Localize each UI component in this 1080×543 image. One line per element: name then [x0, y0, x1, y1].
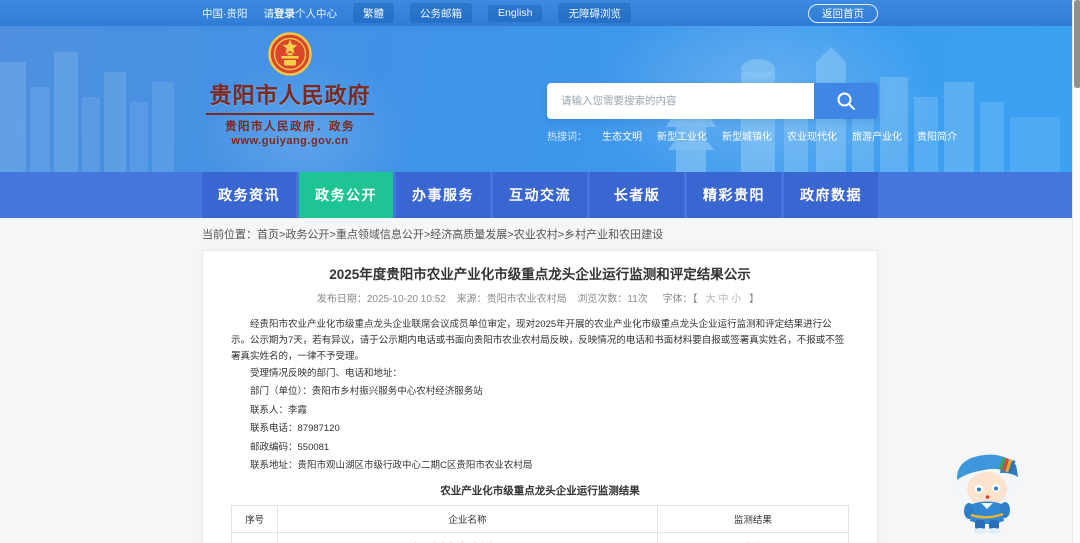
nav-item-jingcai-guiyang[interactable]: 精彩贵阳 — [687, 172, 781, 218]
site-url: www.guiyang.gov.cn — [231, 134, 349, 147]
mascot-assistant[interactable] — [950, 446, 1024, 539]
search-icon — [837, 92, 855, 110]
font-size-suffix: 】 — [749, 294, 760, 305]
article-body: 经贵阳市农业产业化市级重点龙头企业联席会议成员单位审定，现对2025年开展的农业… — [230, 317, 850, 543]
accessibility-link[interactable]: 无障碍浏览 — [558, 3, 631, 23]
font-size-prefix: 字体：【 — [662, 294, 698, 305]
hot-search-row: 热搜词： 生态文明 新型工业化 新型城镇化 农业现代化 旅游产业化 贵阳简介 — [547, 128, 957, 143]
hot-word-link[interactable]: 旅游产业化 — [852, 128, 902, 143]
column-header-index: 序号 — [230, 504, 279, 533]
hot-word-link[interactable]: 新型工业化 — [657, 128, 707, 143]
official-mailbox-link[interactable]: 公务邮箱 — [410, 3, 472, 23]
monitoring-result: 合格 — [656, 531, 850, 543]
vertical-scrollbar[interactable] — [1072, 0, 1080, 543]
article-paragraph: 经贵阳市农业产业化市级重点龙头企业联席会议成员单位审定，现对2025年开展的农业… — [231, 319, 845, 362]
company-name: 贵州合力超市采购有限公司 — [277, 531, 658, 543]
top-utility-bar: 中国·贵阳 请登录个人中心 繁體 公务邮箱 English 无障碍浏览 返回首页 — [0, 0, 1080, 26]
hot-search-label: 热搜词： — [547, 132, 587, 143]
login-link[interactable]: 请登录个人中心 — [264, 6, 338, 21]
site-subtitle: 贵阳市人民政府．政务 — [225, 120, 355, 133]
search-box — [547, 83, 878, 119]
article-card: 2025年度贵阳市农业产业化市级重点龙头企业运行监测和评定结果公示 发布日期：2… — [202, 250, 878, 543]
nav-item-zhengwu-zixun[interactable]: 政务资讯 — [202, 172, 296, 218]
publish-date: 发布日期：2025-10-20 10:52 — [316, 294, 446, 305]
article-source: 来源：贵阳市农业农村局 — [456, 294, 567, 305]
site-header: 贵阳市人民政府 贵阳市人民政府．政务 www.guiyang.gov.cn 热搜… — [0, 26, 1080, 172]
nav-item-zhengfu-shuju[interactable]: 政府数据 — [784, 172, 878, 218]
login-prefix: 请 — [263, 7, 275, 20]
skyline-decoration-left — [0, 52, 174, 172]
site-logo[interactable]: 贵阳市人民政府 贵阳市人民政府．政务 www.guiyang.gov.cn — [204, 32, 376, 147]
breadcrumb-path[interactable]: 首页>政务公开>重点领域信息公开>经济高质量发展>农业农村>乡村产业和农田建设 — [257, 229, 663, 241]
column-header-result: 监测结果 — [656, 504, 850, 533]
monitoring-result-table: 序号 企业名称 监测结果 1 贵州合力超市采购有限公司 合格 2 贵州友禾种业有… — [230, 504, 850, 543]
scrollbar-thumb[interactable] — [1073, 0, 1080, 88]
national-emblem-icon — [268, 32, 312, 76]
contact-person: 联系人：李霞 — [250, 404, 308, 416]
english-link[interactable]: English — [488, 4, 543, 22]
hot-word-link[interactable]: 农业现代化 — [787, 128, 837, 143]
mascot-icon — [955, 454, 1018, 534]
hot-word-link[interactable]: 新型城镇化 — [722, 128, 772, 143]
login-action: 登录 — [274, 7, 295, 20]
article-title: 2025年度贵阳市农业产业化市级重点龙头企业运行监测和评定结果公示 — [329, 267, 751, 282]
table-header-row: 序号 企业名称 监测结果 — [230, 504, 850, 533]
column-header-company: 企业名称 — [277, 504, 658, 533]
nav-item-zhengwu-gongkai[interactable]: 政务公开 — [299, 172, 393, 218]
traditional-chinese-link[interactable]: 繁體 — [353, 3, 394, 23]
nav-item-zhangzheban[interactable]: 长者版 — [590, 172, 684, 218]
table-title: 农业产业化市级重点龙头企业运行监测结果 — [440, 484, 640, 497]
back-home-button[interactable]: 返回首页 — [808, 3, 878, 23]
hot-word-link[interactable]: 贵阳简介 — [917, 128, 957, 143]
table-row: 1 贵州合力超市采购有限公司 合格 — [230, 531, 850, 543]
contact-address: 联系地址：贵阳市观山湖区市级行政中心二期C区贵阳市农业农村局 — [250, 460, 533, 471]
article-paragraph: 受理情况反映的部门、电话和地址： — [250, 368, 403, 379]
logo-divider — [206, 113, 374, 115]
contact-phone: 联系电话：87987120 — [250, 423, 340, 434]
font-size-label: 字体：【大 中 小】 — [659, 294, 764, 305]
contact-postcode: 邮政编码：550081 — [250, 441, 330, 453]
breadcrumb-label: 当前位置： — [202, 229, 257, 241]
login-suffix: 个人中心 — [295, 7, 337, 20]
article-meta: 发布日期：2025-10-20 10:52 来源：贵阳市农业农村局 浏览次数：1… — [231, 293, 849, 307]
font-size-options[interactable]: 大 中 小 — [706, 294, 742, 305]
search-button[interactable] — [814, 83, 878, 119]
hot-word-link[interactable]: 生态文明 — [602, 128, 642, 143]
nav-item-hudong-jiaoliu[interactable]: 互动交流 — [493, 172, 587, 218]
row-index: 1 — [230, 531, 279, 543]
search-input[interactable] — [547, 83, 814, 119]
contact-department: 部门（单位）：贵阳市乡村振兴服务中心农村经济服务站 — [250, 386, 483, 397]
search-area: 热搜词： 生态文明 新型工业化 新型城镇化 农业现代化 旅游产业化 贵阳简介 — [547, 83, 957, 143]
main-navigation: 政务资讯 政务公开 办事服务 互动交流 长者版 精彩贵阳 政府数据 — [0, 172, 1080, 218]
view-count: 浏览次数：11次 — [577, 294, 648, 305]
site-title: 贵阳市人民政府 — [209, 83, 371, 108]
breadcrumb: 当前位置：首页>政务公开>重点领域信息公开>经济高质量发展>农业农村>乡村产业和… — [202, 228, 878, 242]
nav-item-banshi-fuwu[interactable]: 办事服务 — [396, 172, 490, 218]
region-link[interactable]: 中国·贵阳 — [202, 6, 248, 21]
